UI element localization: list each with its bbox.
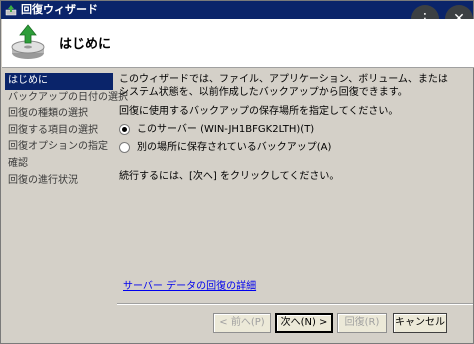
wizard-content: このウィザードでは、ファイル、アプリケーション、ボリューム、またはシステム状態を… [119,73,469,301]
backup-app-icon [5,5,17,16]
disk-recovery-icon [11,24,45,59]
sidebar-item-select-recovery-type: 回復の種類の選択 [8,108,88,120]
option-this-server-label[interactable]: このサーバー (WIN-JH1BFGK2LTH)(T) [137,123,314,136]
option-this-server[interactable]: このサーバー (WIN-JH1BFGK2LTH)(T) [119,122,469,136]
page-title: はじめに [59,37,112,52]
next-button[interactable]: 次へ(N) > [275,313,333,333]
button-separator [117,303,473,305]
window-title: 回復ウィザード [21,3,98,16]
sidebar-item-select-items: 回復する項目の選択 [8,124,98,136]
wizard-steps-sidebar: はじめに バックアップの日付の選択 回復の種類の選択 回復する項目の選択 回復オ… [5,73,128,339]
radio-button-checked[interactable] [119,123,130,135]
intro-text: このウィザードでは、ファイル、アプリケーション、ボリューム、またはシステム状態を… [119,74,448,98]
option-other-location[interactable]: 別の場所に保存されているバックアップ(A) [119,140,469,154]
cancel-button[interactable]: キャンセル [393,313,447,333]
sidebar-item-recovery-progress: 回復の進行状況 [8,174,78,186]
recover-button[interactable]: 回復(R) [337,313,387,333]
sidebar-item-introduction[interactable]: はじめに [5,73,113,90]
wizard-header: はじめに [2,19,474,68]
recovery-wizard-window: 回復ウィザード ⋮ ✕ はじめに はじめに バックアップの日付の選択 回復の種類… [0,0,474,344]
back-button[interactable]: < 前へ(P) [213,313,271,333]
location-prompt: 回復に使用するバックアップの保存場所を指定してください。 [119,106,399,117]
sidebar-item-select-backup-date: バックアップの日付の選択 [8,91,128,103]
sidebar-item-recovery-options: 回復オプションの指定 [8,141,108,153]
option-other-location-label[interactable]: 別の場所に保存されているバックアップ(A) [137,141,331,154]
recovery-details-link[interactable]: サーバー データの回復の詳細 [123,277,256,292]
radio-button-unchecked[interactable] [119,141,130,153]
continue-instruction: 続行するには、[次へ] をクリックしてください。 [119,171,340,182]
title-bar: 回復ウィザード [1,1,473,19]
sidebar-item-confirmation: 確認 [8,157,28,169]
